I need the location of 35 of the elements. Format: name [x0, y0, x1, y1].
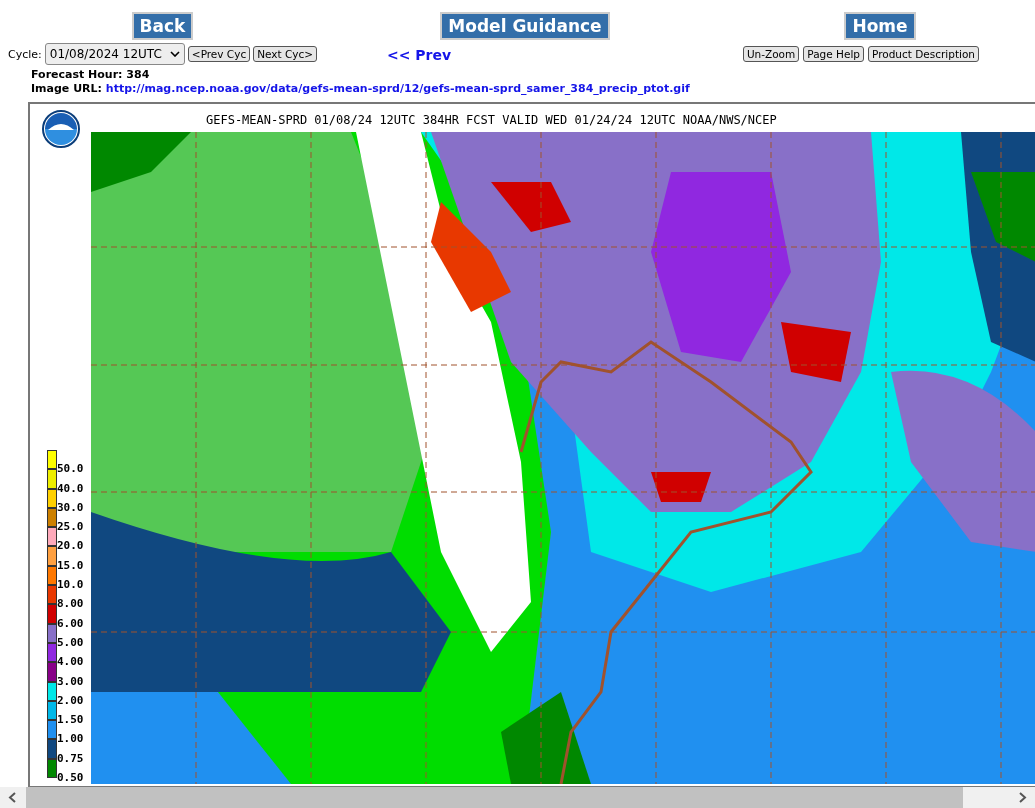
nav-button[interactable]: Model Guidance [440, 12, 610, 40]
legend-label: 20.0 [57, 540, 84, 552]
legend-label: 10.0 [57, 579, 84, 591]
prev-link[interactable]: << Prev [385, 46, 452, 63]
legend-label: 1.50 [57, 714, 84, 726]
forecast-hour: Forecast Hour: 384 [31, 68, 151, 82]
legend-label: 4.00 [57, 656, 84, 668]
next-cycle-button[interactable]: Next Cyc> [253, 46, 318, 62]
legend-label: 1.00 [57, 733, 84, 745]
legend-label: 8.00 [57, 598, 84, 610]
legend-label: 3.00 [57, 675, 84, 687]
image-url-link[interactable]: http://mag.ncep.noaa.gov/data/gefs-mean-sprd/12/gefs-mean-sprd_samer_384_precip_ptot.gif [105, 82, 690, 95]
logo-icon [41, 110, 80, 148]
legend-label: 6.00 [57, 617, 84, 629]
image-url-label: Image URL: [31, 82, 102, 95]
legend-label: 25.0 [57, 521, 84, 533]
cycle-select[interactable]: 01/08/2024 12UTC [44, 43, 185, 65]
legend-label: 0.50 [57, 772, 84, 783]
map-title: GEFS-MEAN-SPRD 01/08/24 12UTC 384HR FCST VALID WED 01/24/24 12UTC NOAA/NWS/NCEP [205, 112, 778, 129]
legend-label: 5.00 [57, 636, 84, 648]
legend-label: 15.0 [57, 559, 84, 571]
horizontal-scrollbar[interactable] [0, 787, 1035, 808]
nav-button[interactable]: Home [844, 12, 916, 40]
tool-button[interactable]: Product Description [868, 46, 979, 62]
tool-button[interactable]: Page Help [803, 46, 864, 62]
legend-label: 50.0 [57, 463, 84, 475]
nav-button[interactable]: Back [131, 12, 194, 40]
legend-label: 30.0 [57, 501, 84, 513]
cycle-label: Cycle: [8, 47, 42, 61]
tool-button[interactable]: Un-Zoom [742, 46, 800, 62]
legend-label: 40.0 [57, 482, 84, 494]
legend-label: 2.00 [57, 694, 84, 706]
chevron-icon [169, 51, 180, 57]
legend-label: 0.75 [57, 752, 84, 764]
prev-cycle-button[interactable]: <Prev Cyc [187, 46, 251, 62]
